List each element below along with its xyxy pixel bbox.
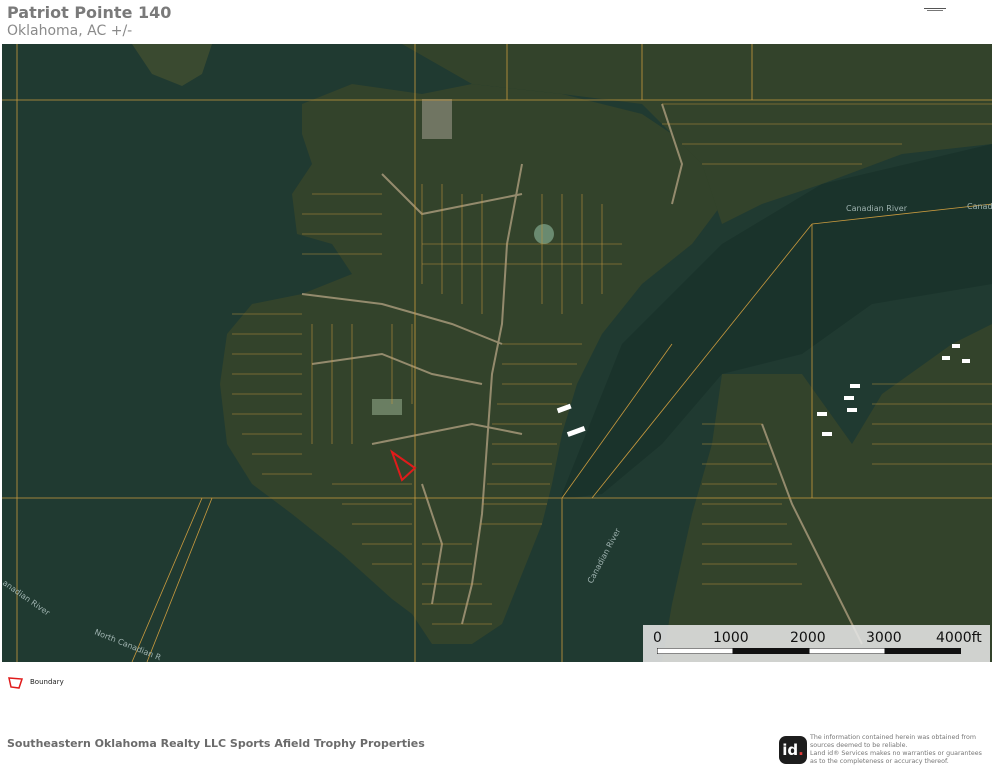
scale-label-2000: 2000 xyxy=(790,630,826,646)
map-canvas: Canadian River Canadi Canadian River ana… xyxy=(2,44,992,662)
scale-label-0: 0 xyxy=(653,630,662,646)
landid-logo-icon: id. xyxy=(779,736,807,764)
legend-boundary-label: Boundary xyxy=(30,678,64,686)
aerial-map[interactable]: Canadian River Canadi Canadian River ana… xyxy=(2,44,992,662)
pond xyxy=(534,224,554,244)
scale-label-4000: 4000ft xyxy=(936,630,982,646)
scale-label-1000: 1000 xyxy=(713,630,749,646)
small-logo-icon xyxy=(924,8,946,11)
disclaimer-line: sources deemed to be reliable. xyxy=(810,742,908,749)
footer-company: Southeastern Oklahoma Realty LLC Sports … xyxy=(7,737,425,750)
boundary-legend-icon xyxy=(8,677,24,689)
quarry xyxy=(422,99,452,139)
scale-label-3000: 3000 xyxy=(866,630,902,646)
disclaimer: The information contained herein was obt… xyxy=(810,734,990,766)
map-title: Patriot Pointe 140 xyxy=(7,3,172,22)
disclaimer-line: as to the completeness or accuracy there… xyxy=(810,758,949,765)
scale-ruler xyxy=(657,648,961,654)
disclaimer-line: The information contained herein was obt… xyxy=(810,734,976,741)
label-canadian-ne-edge: Canadi xyxy=(967,202,992,211)
disclaimer-line: Land id® Services makes no warranties or… xyxy=(810,750,982,757)
label-canadian-river-ne: Canadian River xyxy=(846,204,908,213)
map-subtitle: Oklahoma, AC +/- xyxy=(7,23,133,39)
scale-bar: 0 1000 2000 3000 4000ft xyxy=(643,625,990,662)
clearing xyxy=(372,399,402,415)
